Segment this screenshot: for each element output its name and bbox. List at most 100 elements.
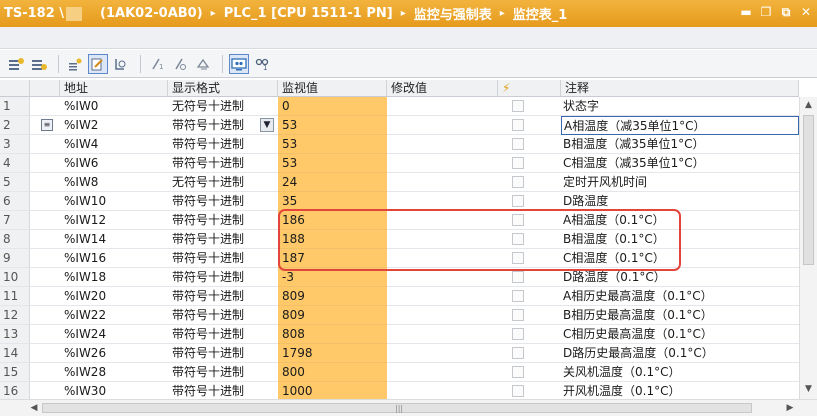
scroll-up-icon[interactable]: ▲ [800, 97, 817, 113]
header-monitor-value[interactable]: 监视值 [278, 80, 387, 97]
modify-checkbox[interactable] [512, 347, 524, 359]
properties-icon[interactable]: ≡ [41, 119, 53, 131]
comment-cell[interactable]: D路历史最高温度（0.1°C） [561, 344, 799, 363]
table-row[interactable]: 7 %IW12 带符号十进制 186 A相温度（0.1°C） [0, 211, 799, 230]
table-row[interactable]: 9 %IW16 带符号十进制 187 C相温度（0.1°C） [0, 249, 799, 268]
table-row[interactable]: 15 %IW28 带符号十进制 800 关风机温度（0.1°C） [0, 363, 799, 382]
modify-value-cell[interactable] [387, 287, 498, 306]
insert-row-icon[interactable] [6, 54, 26, 74]
header-trigger-icon[interactable]: ⚡ [498, 80, 561, 97]
breadcrumb-plc[interactable]: PLC_1 [CPU 1511-1 PN] [224, 6, 393, 21]
display-format-cell[interactable]: 带符号十进制 [168, 135, 278, 154]
modify-checkbox[interactable] [512, 157, 524, 169]
comment-cell[interactable]: C相温度（减35单位1°C） [561, 154, 799, 173]
modify-value-cell[interactable] [387, 211, 498, 230]
comment-cell[interactable]: D路温度 [561, 192, 799, 211]
modify-checkbox[interactable] [512, 290, 524, 302]
display-format-cell[interactable]: 带符号十进制 [168, 230, 278, 249]
force-icon[interactable] [111, 54, 131, 74]
table-row[interactable]: 2 ≡ %IW2 带符号十进制 ▼ 53 A相温度（减35单位1°C） [0, 116, 799, 135]
modify-now-icon[interactable]: 1 [147, 54, 167, 74]
display-format-cell[interactable]: 带符号十进制 [168, 211, 278, 230]
modify-value-cell[interactable] [387, 363, 498, 382]
header-comment[interactable]: 注释 [561, 80, 799, 97]
modify-value-cell[interactable] [387, 192, 498, 211]
modify-value-cell[interactable] [387, 116, 498, 135]
display-format-cell[interactable]: 带符号十进制 [168, 325, 278, 344]
address-cell[interactable]: %IW2 [60, 116, 168, 135]
modify-value-cell[interactable] [387, 268, 498, 287]
modify-trigger-icon[interactable] [170, 54, 190, 74]
modify-value-cell[interactable] [387, 173, 498, 192]
display-format-cell[interactable]: 无符号十进制 [168, 173, 278, 192]
comment-cell[interactable]: C相温度（0.1°C） [561, 249, 799, 268]
monitor-all-icon[interactable] [229, 53, 249, 74]
vertical-scroll-thumb[interactable] [803, 115, 814, 265]
comment-cell[interactable]: B相温度（减35单位1°C） [561, 135, 799, 154]
table-row[interactable]: 10 %IW18 带符号十进制 -3 D路温度（0.1°C） [0, 268, 799, 287]
table-row[interactable]: 8 %IW14 带符号十进制 188 B相温度（0.1°C） [0, 230, 799, 249]
show-all-icon[interactable] [65, 54, 85, 74]
display-format-cell[interactable]: 带符号十进制 [168, 249, 278, 268]
breadcrumb-folder[interactable]: 监控与强制表 [414, 4, 492, 23]
minimize-icon[interactable]: ▬ [739, 5, 753, 19]
header-modify-value[interactable]: 修改值 [387, 80, 498, 97]
address-cell[interactable]: %IW12 [60, 211, 168, 230]
address-cell[interactable]: %IW16 [60, 249, 168, 268]
address-cell[interactable]: %IW8 [60, 173, 168, 192]
modify-checkbox[interactable] [512, 100, 524, 112]
table-row[interactable]: 12 %IW22 带符号十进制 809 B相历史最高温度（0.1°C） [0, 306, 799, 325]
table-row[interactable]: 5 %IW8 无符号十进制 24 定时开风机时间 [0, 173, 799, 192]
address-cell[interactable]: %IW18 [60, 268, 168, 287]
enable-peripheral-icon[interactable] [193, 54, 213, 74]
close-icon[interactable]: ✕ [799, 5, 813, 19]
breadcrumb-project[interactable]: TS-182 \ [0, 6, 64, 21]
table-row[interactable]: 11 %IW20 带符号十进制 809 A相历史最高温度（0.1°C） [0, 287, 799, 306]
display-format-cell[interactable]: 带符号十进制 [168, 344, 278, 363]
address-cell[interactable]: %IW24 [60, 325, 168, 344]
display-format-cell[interactable]: 带符号十进制 [168, 192, 278, 211]
comment-cell[interactable]: A相温度（减35单位1°C） [561, 116, 799, 135]
modify-checkbox[interactable] [512, 271, 524, 283]
comment-cell[interactable]: 定时开风机时间 [561, 173, 799, 192]
comment-cell[interactable]: D路温度（0.1°C） [561, 268, 799, 287]
modify-checkbox[interactable] [512, 385, 524, 397]
comment-cell[interactable]: B相历史最高温度（0.1°C） [561, 306, 799, 325]
modify-value-cell[interactable] [387, 325, 498, 344]
comment-cell[interactable]: C相历史最高温度（0.1°C） [561, 325, 799, 344]
add-row-icon[interactable] [29, 54, 49, 74]
scroll-down-icon[interactable]: ▼ [800, 381, 817, 397]
modify-checkbox[interactable] [512, 119, 524, 131]
display-format-cell[interactable]: 带符号十进制 [168, 268, 278, 287]
comment-cell[interactable]: 关风机温度（0.1°C） [561, 363, 799, 382]
modify-checkbox[interactable] [512, 252, 524, 264]
header-address[interactable]: 地址 [60, 80, 168, 97]
modify-value-cell[interactable] [387, 249, 498, 268]
scroll-right-icon[interactable]: ▶ [782, 400, 798, 416]
modify-value-cell[interactable] [387, 154, 498, 173]
monitor-once-icon[interactable] [88, 53, 108, 74]
modify-value-cell[interactable] [387, 135, 498, 154]
address-cell[interactable]: %IW22 [60, 306, 168, 325]
float-icon[interactable]: ⧉ [779, 5, 793, 19]
comment-cell[interactable]: A相温度（0.1°C） [561, 211, 799, 230]
address-cell[interactable]: %IW14 [60, 230, 168, 249]
table-row[interactable]: 14 %IW26 带符号十进制 1798 D路历史最高温度（0.1°C） [0, 344, 799, 363]
header-display-format[interactable]: 显示格式 [168, 80, 278, 97]
modify-value-cell[interactable] [387, 97, 498, 116]
chevron-down-icon[interactable]: ▼ [260, 118, 274, 132]
horizontal-scrollbar[interactable]: ◀ ||| ▶ [0, 399, 817, 416]
modify-checkbox[interactable] [512, 176, 524, 188]
scroll-left-icon[interactable]: ◀ [26, 400, 42, 416]
modify-checkbox[interactable] [512, 309, 524, 321]
display-format-cell[interactable]: 带符号十进制 [168, 154, 278, 173]
vertical-scrollbar[interactable]: ▲ ▼ [799, 97, 817, 399]
monitor-once-now-icon[interactable]: 1 [252, 54, 272, 74]
address-cell[interactable]: %IW6 [60, 154, 168, 173]
display-format-cell[interactable]: 带符号十进制 [168, 287, 278, 306]
display-format-cell[interactable]: 带符号十进制 ▼ [168, 116, 278, 135]
comment-cell[interactable]: 状态字 [561, 97, 799, 116]
modify-checkbox[interactable] [512, 366, 524, 378]
comment-cell[interactable]: B相温度（0.1°C） [561, 230, 799, 249]
display-format-cell[interactable]: 带符号十进制 [168, 306, 278, 325]
